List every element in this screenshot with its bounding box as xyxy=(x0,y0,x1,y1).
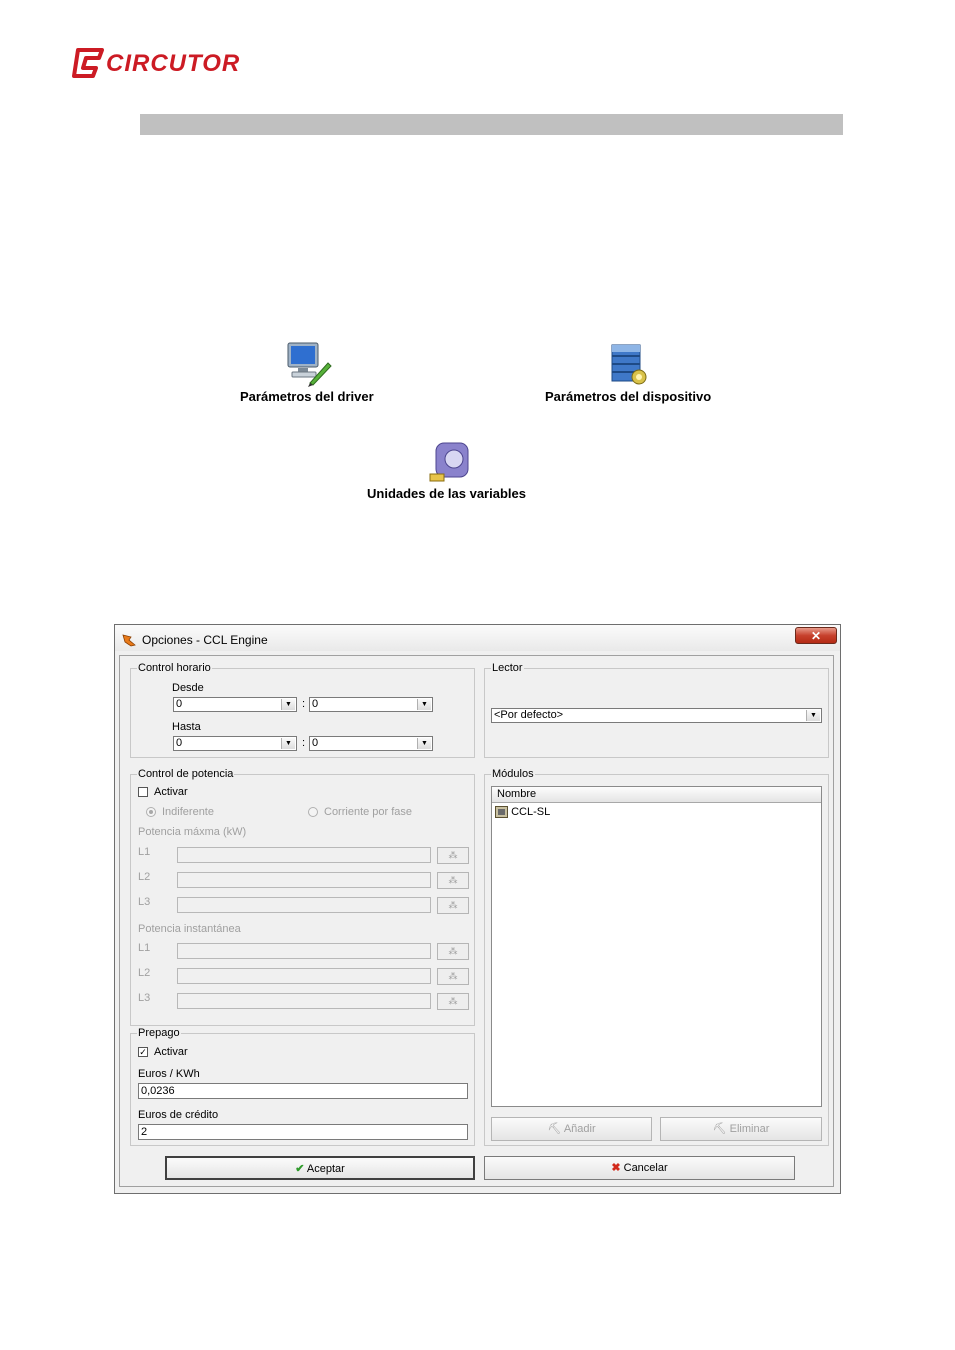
modulos-group: Módulos Nombre CCL-SL ⛏ Añadir ⛏ Elimina… xyxy=(484,768,829,1146)
control-potencia-group: Control de potencia Activar Indiferente … xyxy=(130,768,475,1026)
inst-l3-wizard-button[interactable]: ⁂ xyxy=(437,993,469,1010)
module-icon xyxy=(495,806,508,819)
control-horario-legend: Control horario xyxy=(137,662,212,674)
prepago-legend: Prepago xyxy=(137,1027,181,1039)
check-icon: ✓ xyxy=(139,1047,147,1057)
indiferente-radio[interactable] xyxy=(146,807,156,817)
max-l3-input[interactable] xyxy=(177,897,431,913)
wand-icon: ⁂ xyxy=(448,875,458,885)
chevron-down-icon[interactable]: ▼ xyxy=(417,699,431,710)
potencia-activar-checkbox[interactable] xyxy=(138,787,148,797)
check-icon: ✔ xyxy=(295,1163,305,1175)
column-header-nombre[interactable]: Nombre xyxy=(492,787,821,803)
corriente-por-fase-label: Corriente por fase xyxy=(324,806,413,818)
add-module-icon: ⛏ xyxy=(547,1123,564,1135)
dialog-titlebar[interactable]: Opciones - CCL Engine ✕ xyxy=(115,625,840,651)
prepago-group: Prepago ✓ Activar Euros / KWh 0,0236 Eur… xyxy=(130,1027,475,1146)
wand-icon: ⁂ xyxy=(448,900,458,910)
lector-select[interactable]: <Por defecto> ▼ xyxy=(491,708,822,723)
driver-params-label[interactable]: Parámetros del driver xyxy=(240,389,374,404)
wand-icon: ⁂ xyxy=(448,850,458,860)
modulos-legend: Módulos xyxy=(491,768,535,780)
lector-group: Lector <Por defecto> ▼ xyxy=(484,662,829,758)
variable-units-label[interactable]: Unidades de las variables xyxy=(367,486,526,501)
cancel-button[interactable]: ✖ Cancelar xyxy=(484,1156,795,1180)
time-separator: : xyxy=(302,698,306,710)
chevron-down-icon[interactable]: ▼ xyxy=(281,738,295,749)
inst-l2-wizard-button[interactable]: ⁂ xyxy=(437,968,469,985)
x-icon: ✖ xyxy=(611,1162,621,1174)
chevron-down-icon[interactable]: ▼ xyxy=(417,738,431,749)
control-potencia-legend: Control de potencia xyxy=(137,768,235,780)
monitor-pencil-icon[interactable] xyxy=(286,341,332,387)
euros-credito-label: Euros de crédito xyxy=(138,1109,219,1121)
dialog-client-area: Control horario Desde 0 ▼ : 0 ▼ Hasta 0 ▼ :… xyxy=(119,655,834,1187)
inst-l1-wizard-button[interactable]: ⁂ xyxy=(437,943,469,960)
max-l1-input[interactable] xyxy=(177,847,431,863)
inst-l2-label: L2 xyxy=(138,967,151,979)
measuring-tape-icon[interactable] xyxy=(428,440,472,486)
server-database-icon[interactable] xyxy=(608,341,650,387)
potencia-activar-label: Activar xyxy=(154,786,188,798)
close-button[interactable]: ✕ xyxy=(795,627,837,644)
app-icon xyxy=(122,634,136,647)
wand-icon: ⁂ xyxy=(448,996,458,1006)
desde-minute-select[interactable]: 0 ▼ xyxy=(309,697,433,712)
inst-l2-input[interactable] xyxy=(177,968,431,984)
desde-label: Desde xyxy=(172,682,204,694)
module-name: CCL-SL xyxy=(511,806,551,819)
lector-legend: Lector xyxy=(491,662,524,674)
max-l2-label: L2 xyxy=(138,871,151,883)
wand-icon: ⁂ xyxy=(448,971,458,981)
options-dialog: Opciones - CCL Engine ✕ Control horario … xyxy=(114,624,841,1194)
indiferente-label: Indiferente xyxy=(162,806,214,818)
inst-l1-input[interactable] xyxy=(177,943,431,959)
add-module-button[interactable]: ⛏ Añadir xyxy=(491,1117,652,1141)
remove-module-button[interactable]: ⛏ Eliminar xyxy=(660,1117,822,1141)
potencia-instantanea-label: Potencia instantánea xyxy=(138,923,241,935)
circutor-logo-mark-icon xyxy=(72,48,104,78)
potencia-maxima-label: Potencia máxma (kW) xyxy=(138,826,247,838)
max-l3-label: L3 xyxy=(138,896,151,908)
inst-l1-label: L1 xyxy=(138,942,151,954)
header-bar xyxy=(140,114,843,135)
modulos-list[interactable]: Nombre CCL-SL xyxy=(491,786,822,1107)
remove-module-icon: ⛏ xyxy=(712,1123,730,1135)
prepago-activar-checkbox[interactable]: ✓ xyxy=(138,1047,148,1057)
device-params-label[interactable]: Parámetros del dispositivo xyxy=(545,389,711,404)
hasta-label: Hasta xyxy=(172,721,201,733)
time-separator: : xyxy=(302,737,306,749)
logo-text: CIRCUTOR xyxy=(106,50,241,77)
accept-button[interactable]: ✔ Aceptar xyxy=(165,1156,475,1180)
control-horario-group: Control horario Desde 0 ▼ : 0 ▼ Hasta 0 ▼ :… xyxy=(130,662,475,758)
max-l2-input[interactable] xyxy=(177,872,431,888)
euros-kwh-input[interactable]: 0,0236 xyxy=(138,1083,468,1099)
desde-hour-select[interactable]: 0 ▼ xyxy=(173,697,297,712)
inst-l3-label: L3 xyxy=(138,992,151,1004)
corriente-por-fase-radio[interactable] xyxy=(308,807,318,817)
list-item[interactable]: CCL-SL xyxy=(495,806,550,820)
inst-l3-input[interactable] xyxy=(177,993,431,1009)
chevron-down-icon[interactable]: ▼ xyxy=(806,710,820,721)
chevron-down-icon[interactable]: ▼ xyxy=(281,699,295,710)
hasta-hour-select[interactable]: 0 ▼ xyxy=(173,736,297,751)
prepago-activar-label: Activar xyxy=(154,1046,188,1058)
max-l1-label: L1 xyxy=(138,846,151,858)
max-l1-wizard-button[interactable]: ⁂ xyxy=(437,847,469,864)
max-l2-wizard-button[interactable]: ⁂ xyxy=(437,872,469,889)
euros-kwh-label: Euros / KWh xyxy=(138,1068,200,1080)
max-l3-wizard-button[interactable]: ⁂ xyxy=(437,897,469,914)
dialog-title: Opciones - CCL Engine xyxy=(142,633,268,647)
hasta-minute-select[interactable]: 0 ▼ xyxy=(309,736,433,751)
wand-icon: ⁂ xyxy=(448,946,458,956)
euros-credito-input[interactable]: 2 xyxy=(138,1124,468,1140)
